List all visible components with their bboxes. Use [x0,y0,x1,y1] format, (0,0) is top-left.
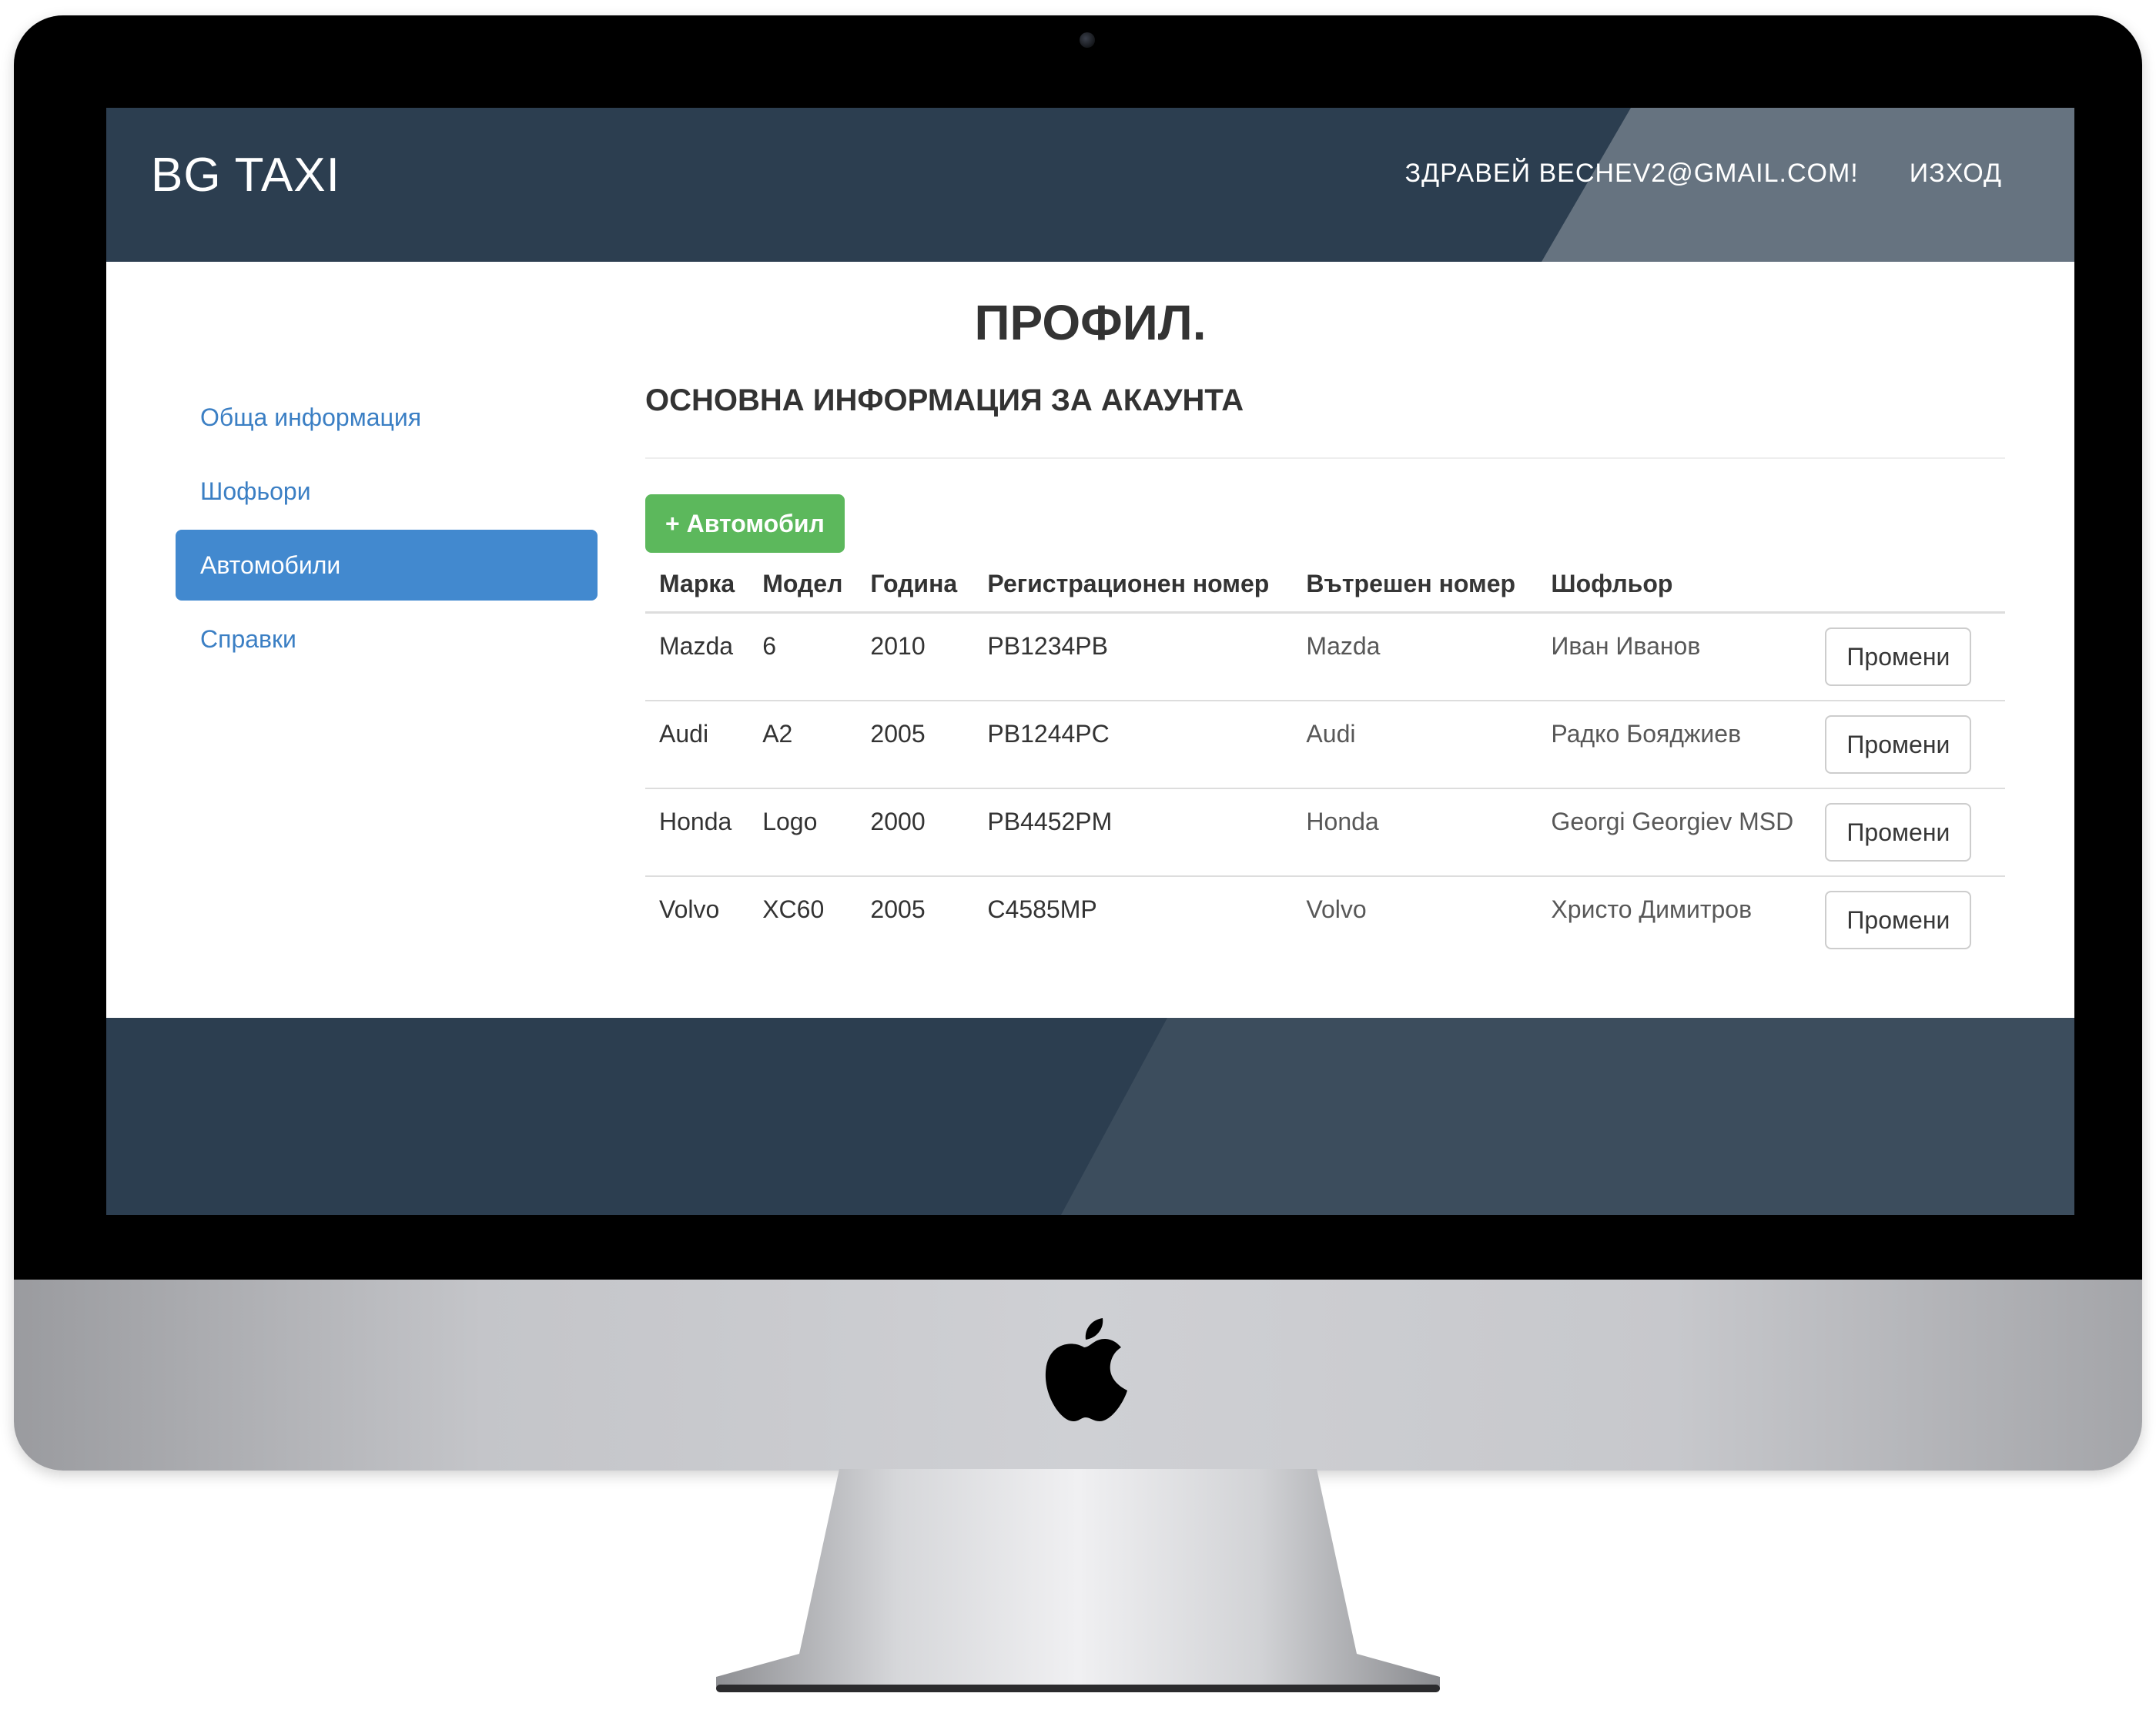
cell-year: 2005 [870,895,926,923]
cell-model: XC60 [762,895,825,923]
cell-driver: Georgi Georgiev MSD [1537,788,1812,877]
monitor-stand [716,1469,1440,1692]
cell-year: 2005 [856,700,974,789]
column-header-make: Марка [645,556,749,614]
cell-model: A2 [748,700,857,789]
imac-monitor: BG TAXI ЗДРАВЕЙ BECHEV2@GMAIL.COM! ИЗХОД… [14,15,2142,1471]
cell-make: Volvo [659,895,720,923]
camera-icon [1080,32,1095,48]
profile-content: ПРОФИЛ. Обща информация Шофьори Автомоби… [106,262,2074,1018]
edit-car-button[interactable]: Промени [1825,627,1972,686]
sidebar-item-reports[interactable]: Справки [176,604,598,674]
add-car-button[interactable]: + Автомобил [645,494,845,553]
navbar: BG TAXI ЗДРАВЕЙ BECHEV2@GMAIL.COM! ИЗХОД [106,108,2074,262]
edit-car-button[interactable]: Промени [1825,714,1972,774]
cell-actions: Промени [1811,612,2005,701]
cell-model: Logo [748,788,857,877]
column-header-driver: Шофльор [1537,556,1812,614]
page-title: ПРОФИЛ. [974,295,1207,350]
monitor-bezel: BG TAXI ЗДРАВЕЙ BECHEV2@GMAIL.COM! ИЗХОД… [14,15,2142,1280]
cell-actions: Промени [1811,876,2005,964]
cell-internal-number: Mazda [1292,612,1538,701]
section-title: ОСНОВНА ИНФОРМАЦИЯ ЗА АКАУНТА [645,383,1244,417]
cell-actions: Промени [1811,788,2005,877]
profile-sidebar: Обща информация Шофьори Автомобили Справ… [176,382,598,678]
section-divider [645,457,2005,459]
cell-make: Audi [645,700,749,789]
navbar-right: ЗДРАВЕЙ BECHEV2@GMAIL.COM! ИЗХОД [1405,159,2002,189]
edit-car-button[interactable]: Промени [1825,802,1972,862]
apple-logo-icon [1045,1318,1127,1421]
column-header-internal-number: Вътрешен номер [1292,556,1538,614]
table-row: Mazda 6 2010 PB1234PB Mazda Иван Иванов … [645,612,2005,701]
user-greeting-link[interactable]: ЗДРАВЕЙ BECHEV2@GMAIL.COM! [1405,159,1859,189]
cell-year: 2010 [856,612,974,701]
cell-year: 2000 [856,788,974,877]
sidebar-item-cars[interactable]: Автомобили [176,530,598,601]
cell-registration: PB1244PC [973,700,1293,789]
cell-make: Mazda [645,612,749,701]
edit-car-button[interactable]: Промени [1825,890,1972,949]
cell-make: Honda [645,788,749,877]
column-header-year: Година [856,556,974,614]
table-row: Audi A2 2005 PB1244PC Audi Радко Бояджие… [645,700,2005,789]
cell-model: 6 [748,612,857,701]
table-row: Honda Logo 2000 PB4452PM Honda Georgi Ge… [645,788,2005,877]
brand-logo[interactable]: BG TAXI [151,148,340,202]
cell-driver: Христо Димитров [1551,895,1753,923]
cell-actions: Промени [1811,700,2005,789]
table-header-row: Марка Модел Година Регистрационен номер … [645,556,2005,614]
browser-viewport: BG TAXI ЗДРАВЕЙ BECHEV2@GMAIL.COM! ИЗХОД… [106,108,2074,1215]
sidebar-item-general-info[interactable]: Обща информация [176,382,598,453]
cell-driver: Иван Иванов [1537,612,1812,701]
cell-internal-number: Audi [1292,700,1538,789]
cars-table: Марка Модел Година Регистрационен номер … [645,556,2005,964]
cell-internal-number: Honda [1292,788,1538,877]
table-row: Volvo XC60 2005 C4585MP Volvo Христо Дим… [645,876,2005,964]
cell-driver: Радко Бояджиев [1537,700,1812,789]
main-panel: ОСНОВНА ИНФОРМАЦИЯ ЗА АКАУНТА + Автомоби… [645,377,2005,964]
column-header-model: Модел [748,556,857,614]
cell-internal-number: Volvo [1306,895,1367,923]
cell-registration: PB1234PB [973,612,1293,701]
column-header-registration: Регистрационен номер [973,556,1293,614]
page-footer [106,1018,2074,1215]
column-header-actions [1811,556,2005,614]
sidebar-item-drivers[interactable]: Шофьори [176,456,598,527]
cell-registration: PB4452PM [973,788,1293,877]
cell-registration: C4585MP [987,895,1097,923]
logout-link[interactable]: ИЗХОД [1910,159,2002,189]
